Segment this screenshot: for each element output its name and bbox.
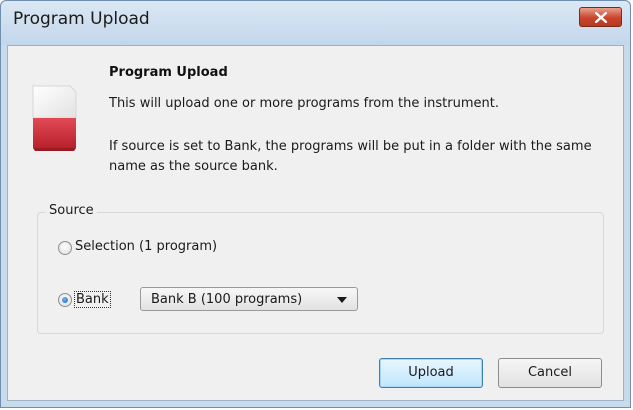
selection-radio-label[interactable]: Selection (1 program)	[75, 239, 217, 254]
chevron-down-icon	[337, 297, 347, 303]
cancel-button[interactable]: Cancel	[498, 358, 602, 388]
radio-selected-dot	[62, 297, 68, 303]
document-icon	[32, 85, 77, 151]
close-button[interactable]	[579, 7, 622, 27]
bank-select[interactable]: Bank B (100 programs)	[140, 287, 358, 311]
dialog-body: Program Upload This will upload one or m…	[7, 45, 624, 401]
description-text: This will upload one or more programs fr…	[109, 96, 499, 111]
bank-radio-label[interactable]: Bank	[74, 291, 111, 308]
bank-select-value: Bank B (100 programs)	[151, 292, 303, 307]
dialog-heading: Program Upload	[109, 65, 228, 80]
window-title: Program Upload	[13, 9, 150, 29]
title-bar[interactable]: Program Upload	[1, 1, 630, 45]
source-groupbox	[37, 212, 604, 334]
upload-button[interactable]: Upload	[379, 358, 483, 388]
bank-radio[interactable]	[58, 293, 72, 307]
selection-radio[interactable]	[58, 241, 72, 255]
bank-folder-note: If source is set to Bank, the programs w…	[109, 139, 592, 174]
source-group-label: Source	[46, 203, 97, 218]
program-upload-dialog: Program Upload Program Upload This will …	[0, 0, 631, 408]
